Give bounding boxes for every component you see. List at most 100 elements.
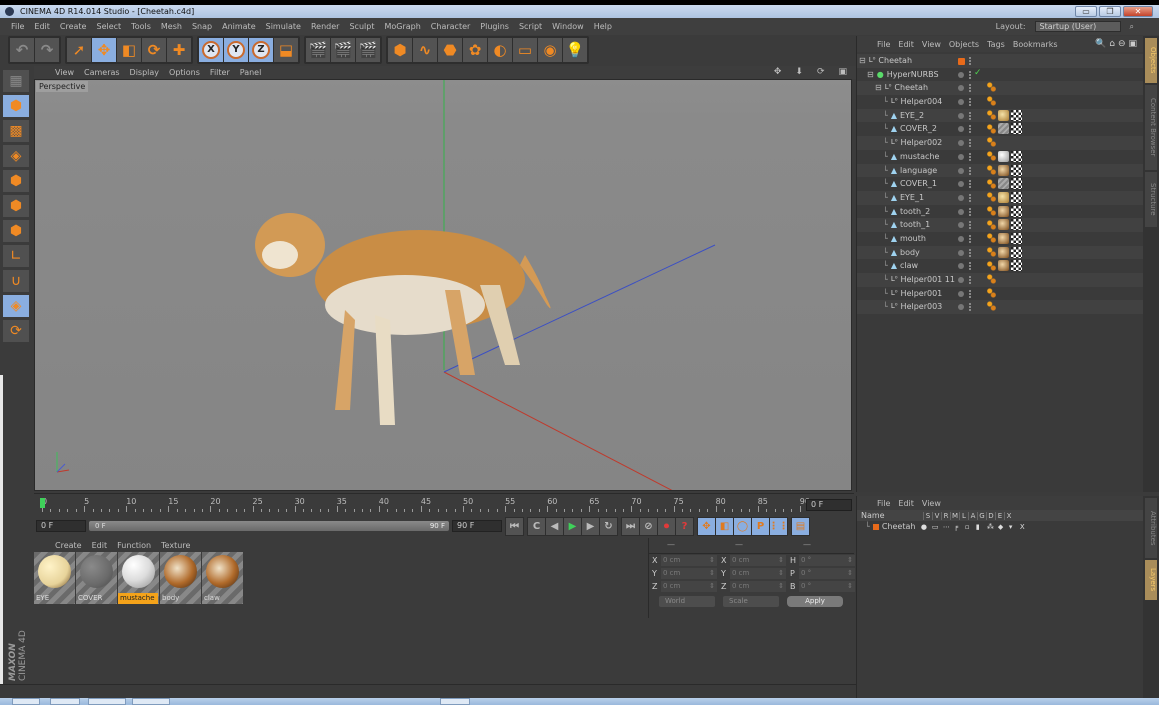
- visibility-toggle[interactable]: [969, 234, 971, 243]
- layer-color-icon[interactable]: [958, 208, 964, 215]
- phong-tag-icon[interactable]: [987, 192, 996, 203]
- layer-color-swatch[interactable]: [872, 523, 879, 530]
- object-row[interactable]: └ L⁰ Helper002: [857, 136, 1144, 150]
- y-axis-button[interactable]: Y: [224, 38, 248, 62]
- menu-simulate[interactable]: Simulate: [261, 22, 306, 31]
- object-row[interactable]: └ ▲ claw: [857, 259, 1144, 273]
- scale-button[interactable]: ◧: [117, 38, 141, 62]
- layer-color-icon[interactable]: [958, 140, 964, 147]
- layer-color-icon[interactable]: [958, 181, 964, 188]
- visibility-toggle[interactable]: [969, 139, 971, 148]
- visibility-toggle[interactable]: [969, 207, 971, 216]
- layer-flag-icon[interactable]: ▾: [1009, 523, 1017, 531]
- object-row[interactable]: ⊟ L⁰ Cheetah: [857, 81, 1144, 96]
- layer-flag-icon[interactable]: ●: [921, 523, 929, 531]
- spline-button[interactable]: ∿: [413, 38, 437, 62]
- material-claw[interactable]: claw: [202, 552, 243, 604]
- material-manager-area[interactable]: [34, 604, 646, 684]
- uvw-tag-icon[interactable]: [1011, 109, 1022, 121]
- layer-color-icon[interactable]: [958, 85, 964, 92]
- visibility-toggle[interactable]: [969, 193, 971, 202]
- visibility-toggle[interactable]: [969, 111, 971, 120]
- material-body[interactable]: body: [160, 552, 201, 604]
- menu-character[interactable]: Character: [426, 22, 476, 31]
- polygons-mode-button[interactable]: ⬢: [3, 220, 29, 242]
- record-rotation-button[interactable]: ◯: [734, 517, 751, 535]
- apply-button[interactable]: Apply: [787, 596, 843, 607]
- new-window-icon[interactable]: ▣: [1128, 39, 1137, 49]
- layer-color-icon[interactable]: [958, 235, 964, 242]
- record-parameter-button[interactable]: P: [752, 517, 769, 535]
- live-selection-button[interactable]: ➚: [67, 38, 91, 62]
- previous-frame-button[interactable]: ◀: [546, 517, 563, 535]
- layer-flag-icon[interactable]: ⋯: [943, 523, 951, 531]
- layer-color-icon[interactable]: [958, 71, 964, 78]
- make-editable-button[interactable]: ▦: [3, 70, 29, 92]
- uvw-tag-icon[interactable]: [1011, 219, 1022, 231]
- viewport-menu-view[interactable]: View: [50, 68, 79, 77]
- layer-color-icon[interactable]: [958, 194, 964, 201]
- viewport-menu-display[interactable]: Display: [125, 68, 165, 77]
- object-row[interactable]: └ ▲ body: [857, 245, 1144, 260]
- taskbar-item[interactable]: [50, 698, 80, 705]
- texture-tag-icon[interactable]: [998, 219, 1009, 231]
- layer-column-a[interactable]: A: [968, 512, 977, 520]
- layer-color-icon[interactable]: [958, 277, 964, 283]
- layer-flag-icon[interactable]: ╒: [954, 523, 962, 531]
- locked-workplane-button[interactable]: ◈: [3, 295, 29, 317]
- menu-plugins[interactable]: Plugins: [475, 22, 514, 31]
- workplane-mode-button[interactable]: ◈: [3, 145, 29, 167]
- uvw-tag-icon[interactable]: [1011, 123, 1022, 135]
- menu-select[interactable]: Select: [91, 22, 126, 31]
- uvw-tag-icon[interactable]: [1011, 232, 1022, 244]
- coord-z-field[interactable]: 0 cm: [661, 581, 717, 592]
- timeline-window-button[interactable]: ▤: [792, 517, 809, 535]
- texture-tag-icon[interactable]: [998, 150, 1009, 162]
- search-icon[interactable]: 🔍: [1095, 39, 1106, 49]
- taskbar-item[interactable]: [88, 698, 126, 705]
- redo-button[interactable]: ↷: [35, 38, 59, 62]
- array-button[interactable]: ✿: [463, 38, 487, 62]
- layer-color-icon[interactable]: [958, 58, 965, 65]
- object-row[interactable]: └ ▲ EYE_2: [857, 108, 1144, 123]
- phong-tag-icon[interactable]: [987, 110, 996, 121]
- close-button[interactable]: ✕: [1123, 6, 1153, 17]
- phong-tag-icon[interactable]: [987, 165, 996, 175]
- texture-tag-icon[interactable]: [998, 205, 1009, 217]
- phong-tag-icon[interactable]: [987, 219, 996, 230]
- render-settings-button[interactable]: 🎬: [356, 38, 380, 62]
- edges-mode-button[interactable]: ⬢: [3, 195, 29, 217]
- layer-column-e[interactable]: E: [995, 512, 1004, 520]
- object-row[interactable]: └ ▲ tooth_1: [857, 218, 1144, 232]
- texture-tag-icon[interactable]: [998, 123, 1009, 135]
- texture-tag-icon[interactable]: [998, 178, 1009, 190]
- material-mustache[interactable]: mustache: [118, 552, 159, 604]
- menu-mesh[interactable]: Mesh: [156, 22, 187, 31]
- coordinate-system-button[interactable]: ⬓: [274, 38, 298, 62]
- rotate-button[interactable]: ⟳: [142, 38, 166, 62]
- menu-file[interactable]: File: [6, 22, 29, 31]
- dock-tab-content-browser[interactable]: Content Browser: [1145, 85, 1157, 170]
- texture-tag-icon[interactable]: [998, 246, 1009, 258]
- menu-script[interactable]: Script: [514, 22, 547, 31]
- material-menu-create[interactable]: Create: [50, 541, 87, 550]
- phong-tag-icon[interactable]: [987, 274, 996, 284]
- menu-tools[interactable]: Tools: [126, 22, 156, 31]
- restore-button[interactable]: ❐: [1099, 6, 1121, 17]
- uvw-tag-icon[interactable]: [1011, 260, 1022, 272]
- visibility-toggle[interactable]: [969, 289, 971, 298]
- object-row[interactable]: └ L⁰ Helper004: [857, 95, 1144, 109]
- layer-column-l[interactable]: L: [959, 512, 968, 520]
- layer-color-icon[interactable]: [958, 99, 964, 106]
- object-row[interactable]: ⊟ ● HyperNURBS ✓: [857, 67, 1144, 82]
- go-to-end-button[interactable]: ⏭: [622, 517, 639, 535]
- expand-toggle-icon[interactable]: ⊟: [867, 68, 874, 81]
- object-row[interactable]: └ ▲ mustache: [857, 149, 1144, 164]
- x-axis-button[interactable]: X: [199, 38, 223, 62]
- phong-tag-icon[interactable]: [987, 233, 996, 244]
- layer-color-icon[interactable]: [958, 167, 964, 174]
- layout-dropdown[interactable]: Startup (User): [1034, 21, 1121, 32]
- uvw-tag-icon[interactable]: [1011, 191, 1022, 203]
- taskbar-item[interactable]: [440, 698, 470, 705]
- end-frame-field[interactable]: 90 F: [452, 520, 502, 532]
